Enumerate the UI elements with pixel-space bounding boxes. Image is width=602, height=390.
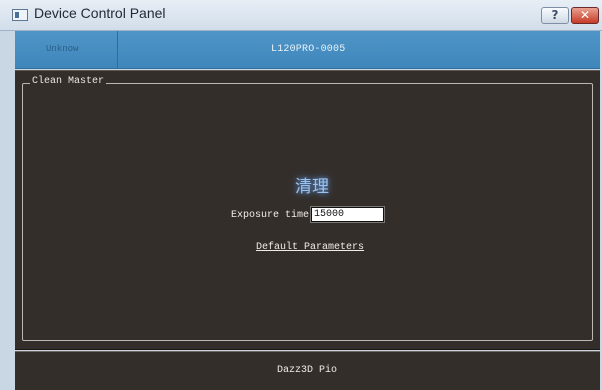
exposure-time-input[interactable]: 15000: [310, 206, 385, 223]
help-button[interactable]: ?: [541, 7, 569, 24]
device-status-bar: Unknow L120PRO-0005: [15, 31, 600, 69]
device-name-area: L120PRO-0005: [119, 31, 600, 68]
clean-button[interactable]: 清理: [288, 175, 336, 199]
close-icon: ✕: [579, 8, 591, 22]
device-state-label: Unknow: [46, 44, 79, 54]
group-title: Clean Master: [30, 76, 107, 87]
close-button[interactable]: ✕: [571, 7, 599, 24]
footer-label: Dazz3D Pio: [277, 365, 338, 376]
main-panel: Clean Master 清理 Exposure time 15000 Defa…: [15, 70, 600, 350]
device-selector[interactable]: Unknow: [15, 31, 118, 68]
default-parameters-link[interactable]: Default Parameters: [256, 242, 364, 253]
question-mark-icon: ?: [551, 8, 559, 22]
device-name: L120PRO-0005: [271, 44, 346, 55]
window-icon: [12, 9, 28, 21]
device-control-panel-window: Device Control Panel ? ✕ Unknow L120PRO-…: [0, 0, 602, 390]
window-title: Device Control Panel: [34, 5, 166, 21]
title-bar: Device Control Panel ? ✕: [0, 0, 602, 31]
footer-bar: Dazz3D Pio: [15, 351, 600, 390]
exposure-time-label: Exposure time: [231, 210, 310, 221]
